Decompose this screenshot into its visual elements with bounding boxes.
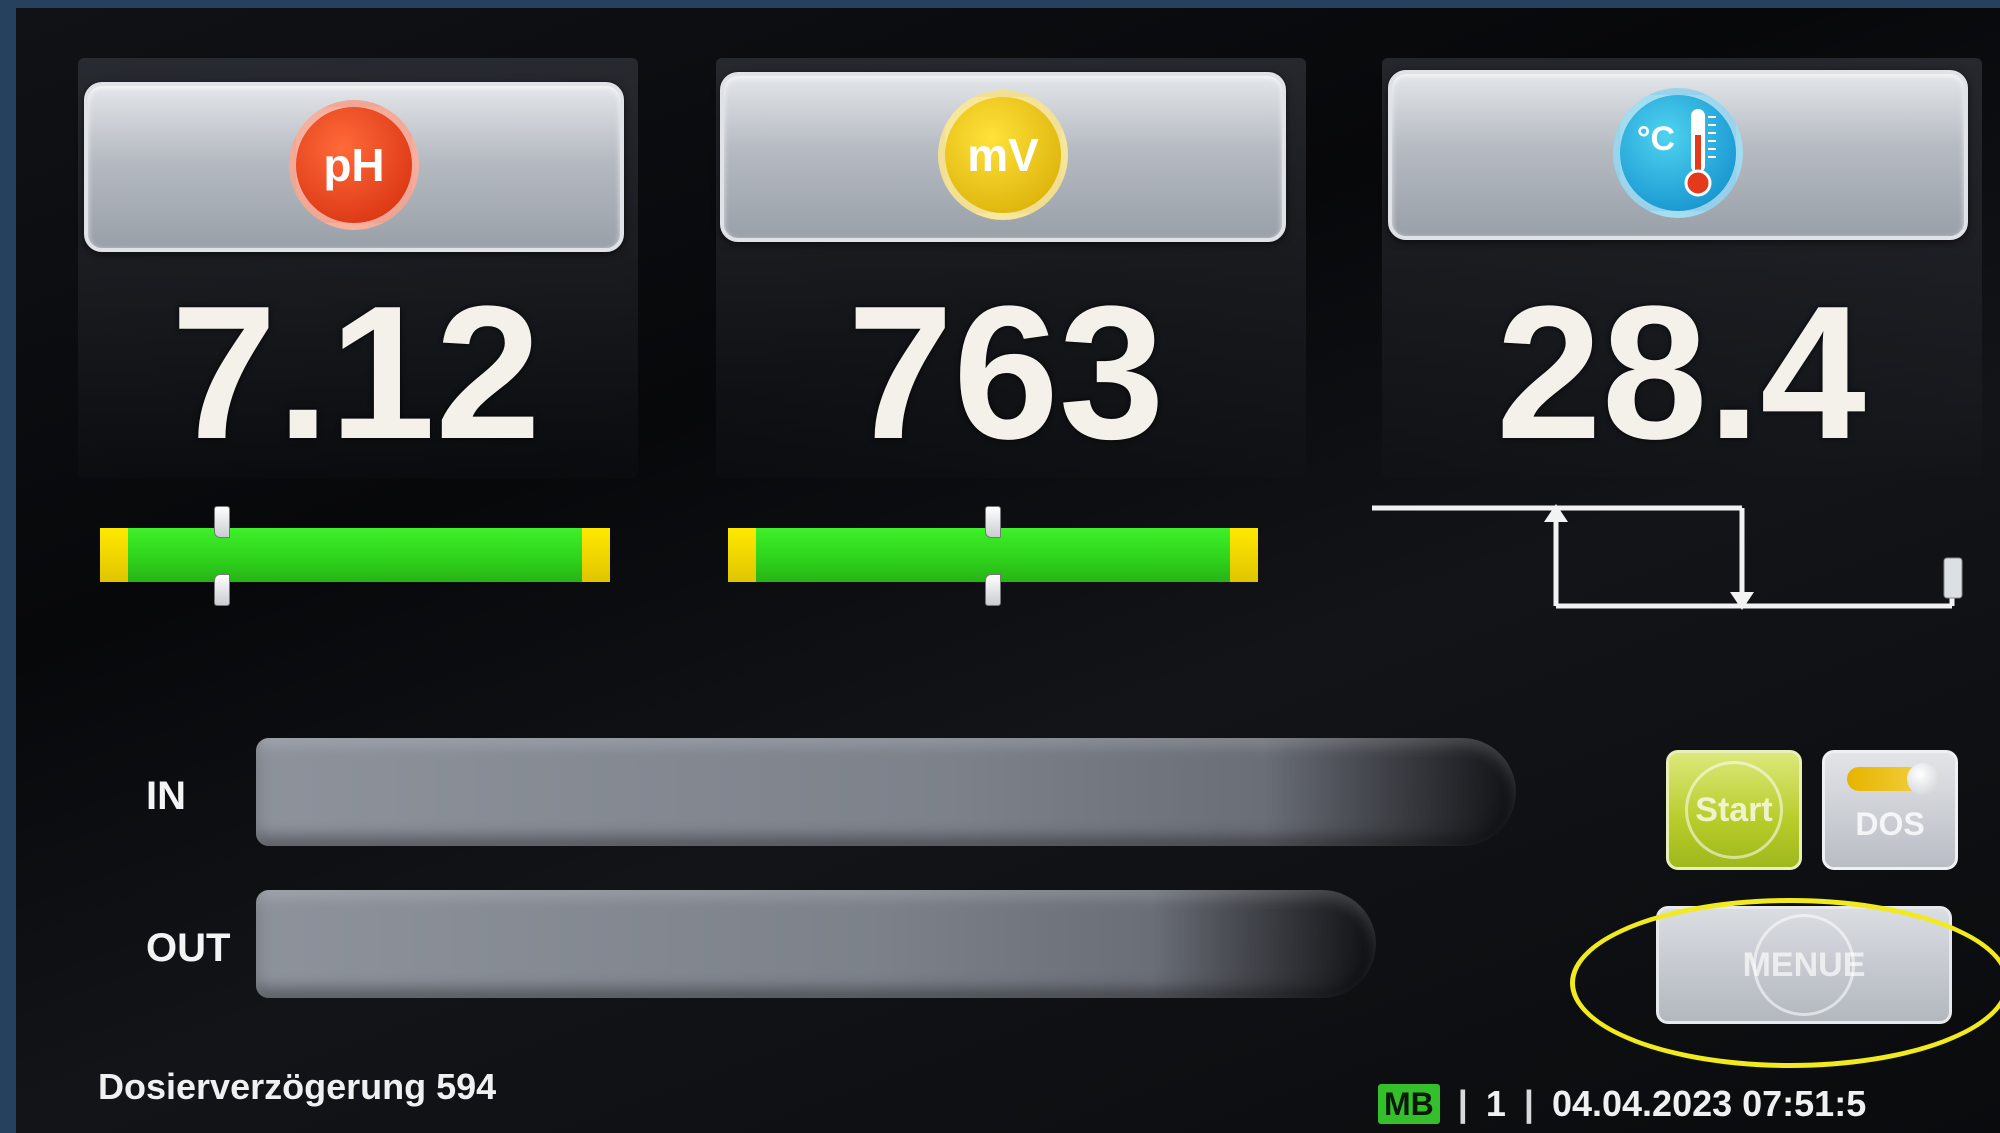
dos-button-label: DOS	[1855, 805, 1925, 842]
out-label: OUT	[146, 926, 231, 970]
mv-badge-icon: mV	[938, 90, 1068, 220]
ph-badge-label: pH	[323, 139, 385, 191]
menu-ring-icon	[1753, 914, 1855, 1016]
status-separator: |	[1523, 1083, 1534, 1124]
status-message: Dosierverzögerung 594	[98, 1066, 497, 1107]
toggle-knob-icon	[1907, 763, 1939, 795]
mv-badge-label: mV	[967, 129, 1039, 181]
ph-setpoint-marker[interactable]	[211, 506, 233, 606]
marker-top-handle	[214, 506, 231, 538]
temperature-hysteresis-diagram	[1372, 504, 1963, 610]
ph-header-button[interactable]: pH	[84, 82, 624, 252]
ph-badge-icon: pH	[289, 100, 419, 230]
channel-number: 1	[1485, 1083, 1506, 1124]
temperature-setpoint-handle	[1943, 557, 1963, 599]
thermometer-icon: °C	[1613, 88, 1743, 218]
status-bar: MB | 1 | 04.04.2023 07:51:5	[1378, 1082, 1866, 1126]
status-separator: |	[1457, 1083, 1468, 1124]
in-level-bar	[256, 738, 1516, 846]
date-time: 04.04.2023 07:51:5	[1551, 1083, 1867, 1124]
temperature-header-button[interactable]: °C	[1388, 70, 1968, 240]
ph-value: 7.12	[171, 267, 541, 479]
marker-bottom-handle	[214, 574, 231, 606]
mv-value: 763	[847, 267, 1165, 479]
mv-low-limit	[728, 528, 756, 582]
start-button[interactable]: Start	[1666, 750, 1802, 870]
start-ring-icon	[1685, 761, 1783, 859]
ph-high-limit	[582, 528, 610, 582]
temperature-unit-label: °C	[1636, 119, 1676, 158]
out-level-bar	[256, 890, 1376, 998]
ph-low-limit	[100, 528, 128, 582]
mv-high-limit	[1230, 528, 1258, 582]
marker-top-handle	[985, 506, 1001, 538]
ph-setpoint-scale[interactable]	[100, 506, 610, 606]
mv-setpoint-marker[interactable]	[982, 506, 1004, 606]
mv-setpoint-scale[interactable]	[728, 506, 1258, 606]
mode-badge: MB	[1378, 1084, 1440, 1124]
controller-display: pH mV °C 7.12 763 28.4 IN OUT Start DOS …	[16, 8, 2000, 1133]
in-label: IN	[146, 774, 186, 818]
mv-header-button[interactable]: mV	[720, 72, 1286, 242]
dos-button[interactable]: DOS	[1822, 750, 1958, 870]
marker-bottom-handle	[985, 574, 1001, 606]
menu-button[interactable]: MENUE	[1656, 906, 1952, 1024]
temperature-value: 28.4	[1496, 267, 1866, 479]
